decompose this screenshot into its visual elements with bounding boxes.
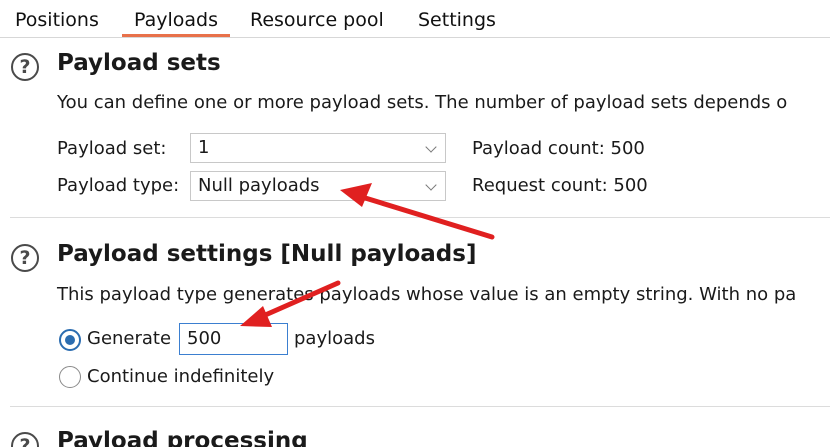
payload-type-label: Payload type: bbox=[57, 175, 180, 196]
payload-sets-title: Payload sets bbox=[57, 50, 221, 76]
generate-label[interactable]: Generate bbox=[87, 328, 171, 349]
intruder-payloads-page: Positions Payloads Resource pool Setting… bbox=[0, 0, 830, 447]
tab-settings[interactable]: Settings bbox=[418, 5, 496, 35]
tab-payloads[interactable]: Payloads bbox=[122, 5, 230, 37]
payload-set-select[interactable]: 1 bbox=[190, 133, 446, 163]
tab-resource-pool[interactable]: Resource pool bbox=[250, 5, 384, 35]
chevron-down-icon bbox=[425, 141, 437, 153]
request-count: Request count: 500 bbox=[472, 175, 648, 196]
tab-bar: Positions Payloads Resource pool Setting… bbox=[0, 0, 830, 38]
chevron-down-icon bbox=[425, 179, 437, 191]
payload-settings-title: Payload settings [Null payloads] bbox=[57, 241, 477, 267]
payload-count: Payload count: 500 bbox=[472, 138, 645, 159]
generate-count-input[interactable]: 500 bbox=[179, 323, 288, 355]
section-divider bbox=[10, 217, 830, 218]
help-icon[interactable]: ? bbox=[11, 432, 39, 447]
payload-settings-description: This payload type generates payloads who… bbox=[57, 284, 797, 305]
tab-positions[interactable]: Positions bbox=[15, 5, 99, 35]
payloads-suffix-label: payloads bbox=[294, 328, 375, 349]
payload-set-value: 1 bbox=[198, 137, 210, 158]
section-divider bbox=[10, 406, 830, 407]
continue-indefinitely-radio[interactable] bbox=[59, 366, 81, 388]
payload-sets-description: You can define one or more payload sets.… bbox=[57, 92, 788, 113]
payload-processing-title: Payload processing bbox=[57, 428, 308, 447]
generate-radio[interactable] bbox=[59, 329, 81, 351]
help-icon[interactable]: ? bbox=[11, 53, 39, 81]
help-icon[interactable]: ? bbox=[11, 244, 39, 272]
payload-set-label: Payload set: bbox=[57, 138, 167, 159]
payload-type-value: Null payloads bbox=[198, 175, 320, 196]
payload-type-select[interactable]: Null payloads bbox=[190, 171, 446, 201]
continue-indefinitely-label[interactable]: Continue indefinitely bbox=[87, 366, 274, 387]
